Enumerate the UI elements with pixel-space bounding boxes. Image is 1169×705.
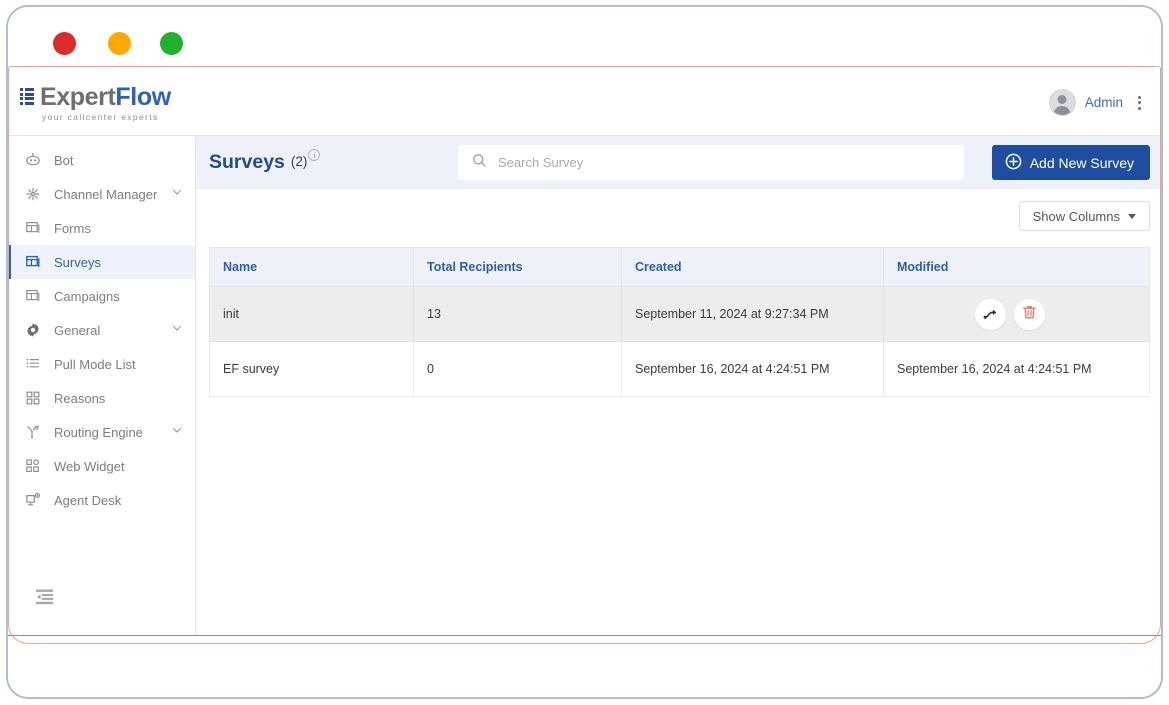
column-header-modified[interactable]: Modified: [884, 248, 1150, 287]
logo-wordmark: ExpertFlow: [40, 85, 171, 110]
page-title-group: Surveys (2) i: [209, 151, 320, 174]
cell-actions: [884, 287, 1150, 342]
sidebar-collapse-icon[interactable]: [35, 588, 55, 611]
table-body: init 13 September 11, 2024 at 9:27:34 PM: [210, 287, 1150, 397]
cell-created: September 11, 2024 at 9:27:34 PM: [622, 287, 884, 342]
sidebar-item-channel-manager[interactable]: Channel Manager: [8, 177, 195, 211]
chevron-down-icon[interactable]: [171, 423, 183, 441]
sidebar-nav: Bot Channel Manager Forms: [8, 136, 195, 517]
sidebar-item-general[interactable]: General: [8, 313, 195, 347]
plus-circle-icon: [1005, 153, 1022, 173]
main-content: Surveys (2) i Add New Survey: [196, 136, 1161, 636]
add-new-survey-label: Add New Survey: [1030, 155, 1134, 171]
route-flow-icon: [982, 304, 999, 324]
sidebar-item-label: Surveys: [54, 255, 101, 270]
cell-total-recipients: 0: [414, 342, 622, 397]
table-row[interactable]: EF survey 0 September 16, 2024 at 4:24:5…: [210, 342, 1150, 397]
user-area: Admin: [1049, 89, 1147, 116]
window-close-dot[interactable]: [53, 32, 76, 55]
sidebar-item-label: General: [54, 323, 100, 338]
column-header-total-recipients[interactable]: Total Recipients: [414, 248, 622, 287]
cell-total-recipients: 13: [414, 287, 622, 342]
show-columns-button[interactable]: Show Columns: [1019, 201, 1150, 231]
survey-count: (2): [291, 154, 308, 169]
surveys-icon: [24, 254, 41, 271]
logo-tagline: your callcenter experts: [42, 113, 171, 122]
route-flow-button[interactable]: [975, 299, 1006, 330]
sidebar-item-campaigns[interactable]: Campaigns: [8, 279, 195, 313]
column-header-name[interactable]: Name: [210, 248, 414, 287]
table-header-row: Name Total Recipients Created Modified: [210, 248, 1150, 287]
agent-desk-icon: [24, 492, 41, 509]
table-row[interactable]: init 13 September 11, 2024 at 9:27:34 PM: [210, 287, 1150, 342]
gear-icon: [24, 322, 41, 339]
logo-word-expert: Expert: [40, 83, 115, 111]
user-name-label[interactable]: Admin: [1085, 95, 1123, 110]
search-box[interactable]: [458, 145, 964, 180]
content-header: Surveys (2) i Add New Survey: [196, 136, 1161, 189]
surveys-table: Name Total Recipients Created Modified i…: [209, 247, 1150, 397]
chevron-down-icon: [1128, 214, 1136, 219]
sidebar-item-label: Reasons: [54, 391, 105, 406]
forms-icon: [24, 220, 41, 237]
web-widget-icon: [24, 458, 41, 475]
sidebar-item-bot[interactable]: Bot: [8, 143, 195, 177]
sidebar-item-label: Forms: [54, 221, 91, 236]
info-icon[interactable]: i: [308, 149, 320, 161]
sidebar-item-pull-mode-list[interactable]: Pull Mode List: [8, 347, 195, 381]
window-titlebar: [8, 7, 1161, 65]
page-title: Surveys: [209, 151, 285, 174]
table-toolbar: Show Columns: [196, 189, 1161, 231]
sidebar-item-label: Bot: [54, 153, 74, 168]
sidebar-item-surveys[interactable]: Surveys: [8, 245, 195, 279]
sidebar-item-label: Web Widget: [54, 459, 125, 474]
sidebar-item-label: Routing Engine: [54, 425, 143, 440]
list-icon: [24, 356, 41, 373]
surveys-table-wrapper: Name Total Recipients Created Modified i…: [196, 231, 1161, 397]
campaigns-icon: [24, 288, 41, 305]
window-minimize-dot[interactable]: [108, 32, 131, 55]
sidebar: Bot Channel Manager Forms: [8, 136, 196, 636]
sidebar-item-label: Agent Desk: [54, 493, 121, 508]
trash-icon: [1021, 304, 1038, 324]
cell-name: init: [210, 287, 414, 342]
add-new-survey-button[interactable]: Add New Survey: [992, 145, 1150, 180]
application-window: ExpertFlow your callcenter experts Admin…: [8, 69, 1161, 636]
expertflow-logo[interactable]: ExpertFlow your callcenter experts: [20, 85, 171, 122]
show-columns-label: Show Columns: [1033, 209, 1120, 224]
sidebar-item-routing-engine[interactable]: Routing Engine: [8, 415, 195, 449]
sidebar-item-reasons[interactable]: Reasons: [8, 381, 195, 415]
grid-icon: [24, 390, 41, 407]
logo-word-flow: Flow: [115, 83, 170, 111]
cell-created: September 16, 2024 at 4:24:51 PM: [622, 342, 884, 397]
browser-window-frame: ExpertFlow your callcenter experts Admin…: [6, 5, 1163, 699]
user-avatar-icon[interactable]: [1049, 89, 1076, 116]
search-input[interactable]: [498, 155, 950, 170]
sidebar-item-web-widget[interactable]: Web Widget: [8, 449, 195, 483]
window-maximize-dot[interactable]: [160, 32, 183, 55]
cell-modified: September 16, 2024 at 4:24:51 PM: [884, 342, 1150, 397]
delete-button[interactable]: [1014, 299, 1045, 330]
logo-grid-icon: [20, 88, 37, 105]
table-head: Name Total Recipients Created Modified: [210, 248, 1150, 287]
chevron-down-icon[interactable]: [171, 321, 183, 339]
column-header-created[interactable]: Created: [622, 248, 884, 287]
row-actions: [897, 299, 1149, 330]
sidebar-item-forms[interactable]: Forms: [8, 211, 195, 245]
channel-manager-icon: [24, 186, 41, 203]
bot-icon: [24, 152, 41, 169]
routing-engine-icon: [24, 424, 41, 441]
sidebar-item-label: Channel Manager: [54, 187, 157, 202]
cell-name: EF survey: [210, 342, 414, 397]
kebab-menu-icon[interactable]: [1132, 93, 1147, 113]
sidebar-item-label: Pull Mode List: [54, 357, 136, 372]
sidebar-item-label: Campaigns: [54, 289, 120, 304]
search-icon: [472, 153, 487, 173]
sidebar-item-agent-desk[interactable]: Agent Desk: [8, 483, 195, 517]
chevron-down-icon[interactable]: [171, 185, 183, 203]
app-topbar: ExpertFlow your callcenter experts Admin: [8, 69, 1161, 136]
